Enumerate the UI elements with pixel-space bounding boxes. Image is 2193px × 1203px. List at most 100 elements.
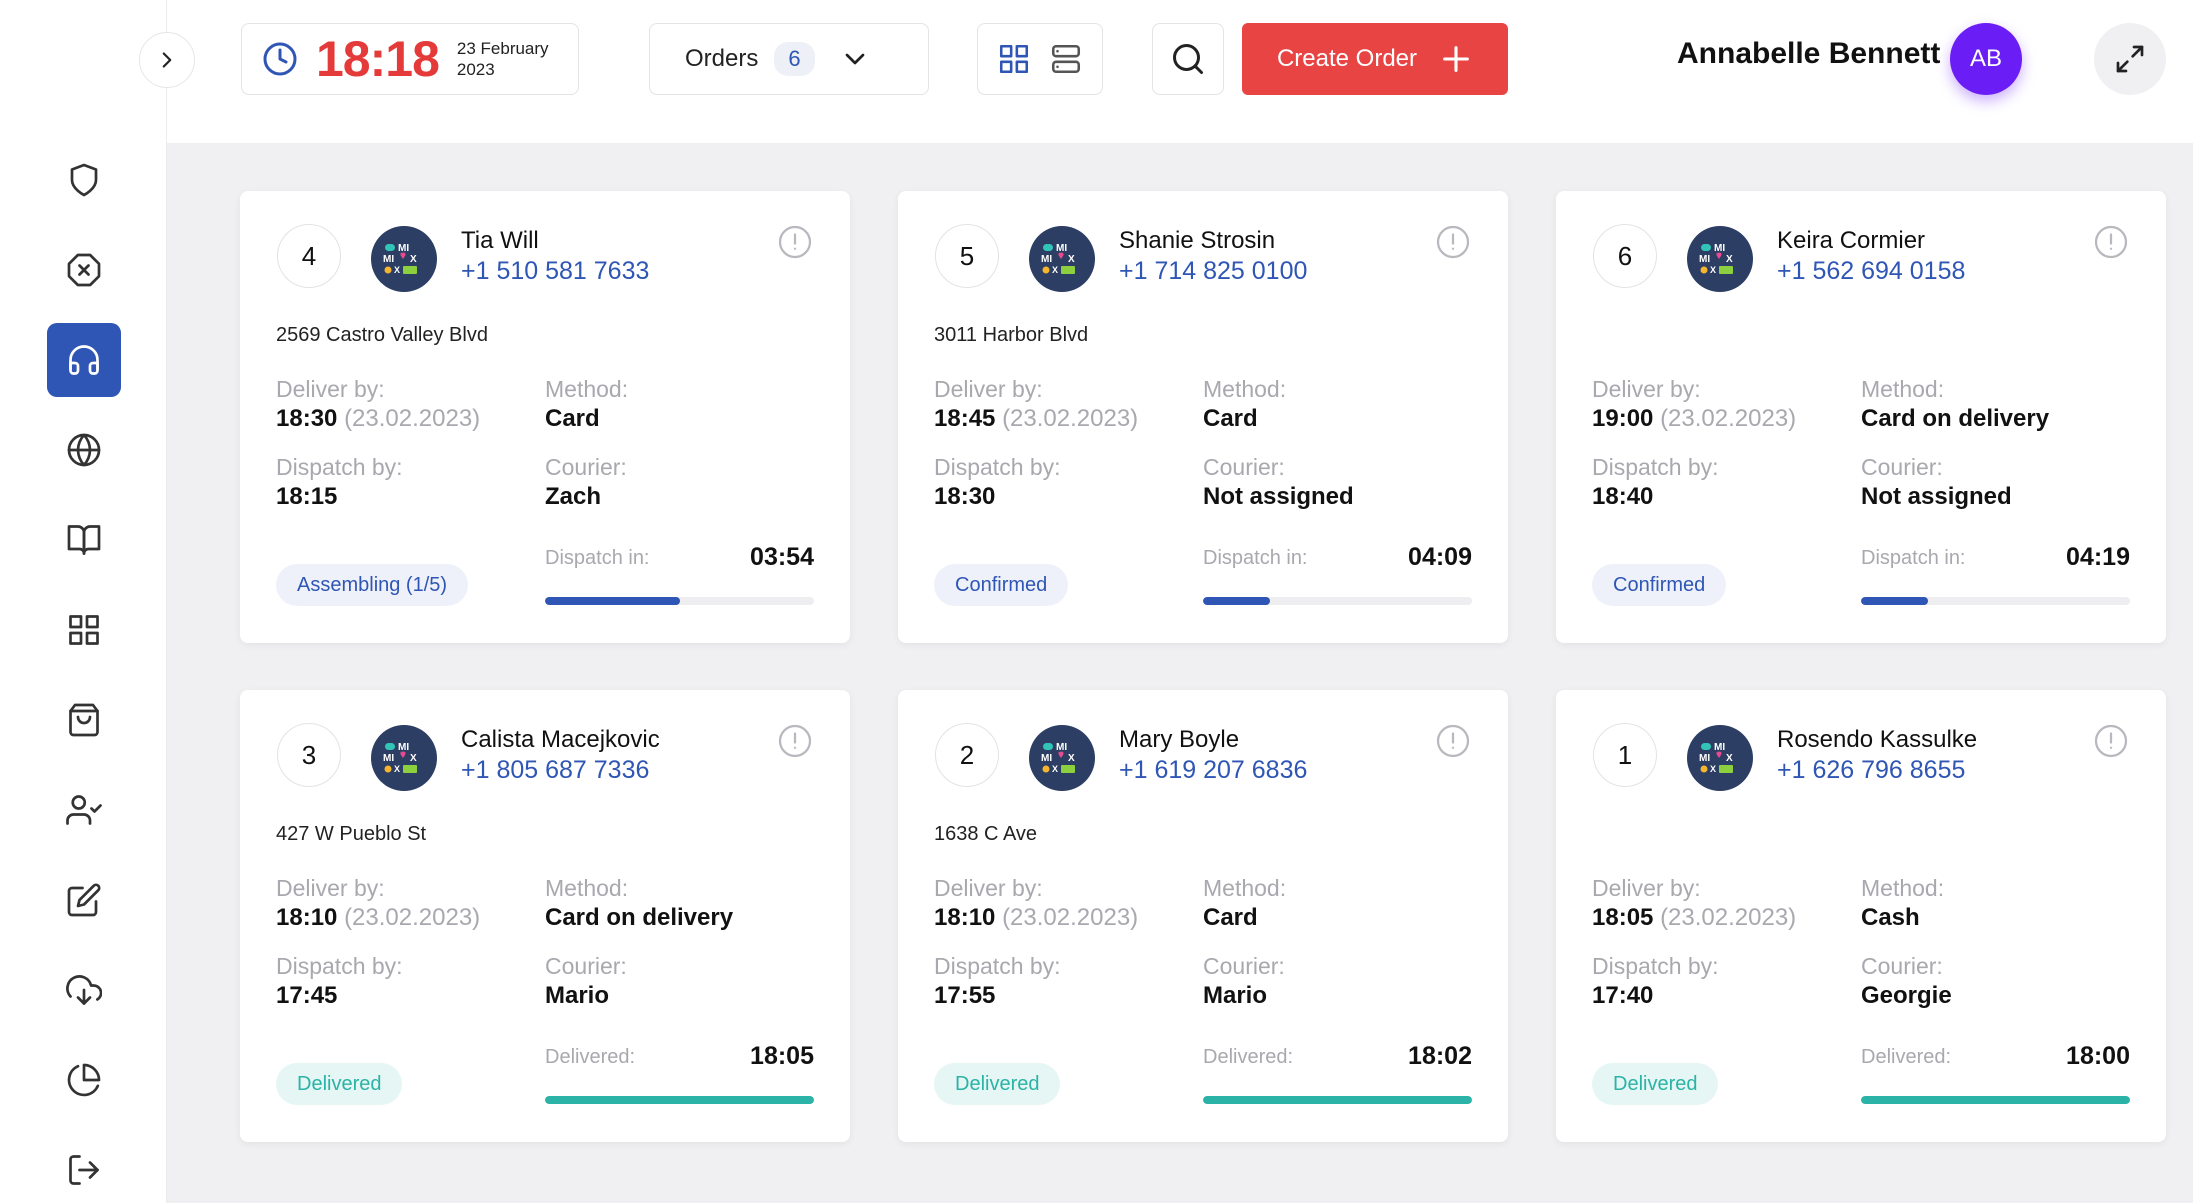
svg-text:MI: MI: [1056, 742, 1067, 753]
courier-label: Courier:: [545, 454, 627, 480]
status-badge: Delivered: [276, 1063, 403, 1105]
headphones-icon: [69, 345, 99, 375]
chevron-right-icon: [162, 52, 172, 68]
progress-bar: [1861, 1096, 2130, 1104]
info-icon[interactable]: [2093, 723, 2129, 759]
svg-text:X: X: [394, 265, 400, 275]
progress-bar-fill: [545, 597, 680, 605]
customer-phone[interactable]: +1 805 687 7336: [461, 756, 649, 785]
order-card[interactable]: 1 MI MI X X Rosendo Kassulke +1 626 796 …: [1556, 690, 2166, 1142]
dispatch-time: 18:40: [1592, 483, 1654, 510]
progress-bar-fill: [1203, 597, 1271, 605]
progress-bar-fill: [1203, 1096, 1472, 1104]
info-icon[interactable]: [777, 224, 813, 260]
sidebar-item-logout[interactable]: [47, 1133, 121, 1203]
sidebar-item-users[interactable]: [47, 773, 121, 847]
progress-bar-fill: [1861, 597, 1929, 605]
pie-chart-icon: [67, 1063, 101, 1097]
sidebar-item-cancelled[interactable]: [47, 233, 121, 307]
customer-phone[interactable]: +1 626 796 8655: [1777, 756, 1965, 785]
info-icon[interactable]: [1435, 723, 1471, 759]
order-number: 1: [1593, 723, 1657, 787]
timer-label: Dispatch in:: [1203, 547, 1308, 569]
sidebar-item-downloads[interactable]: [47, 953, 121, 1027]
customer-phone[interactable]: +1 714 825 0100: [1119, 257, 1307, 286]
fullscreen-button[interactable]: [2094, 23, 2166, 95]
download-cloud-icon: [66, 975, 102, 1005]
dispatch-time: 17:45: [276, 982, 338, 1009]
payment-method: Card on delivery: [1861, 405, 2050, 432]
customer-phone[interactable]: +1 619 207 6836: [1119, 756, 1307, 785]
info-icon[interactable]: [2093, 224, 2129, 260]
sidebar-item-support[interactable]: [47, 323, 121, 397]
method-label: Method:: [1861, 376, 1945, 402]
order-number: 3: [277, 723, 341, 787]
sidebar-item-edit[interactable]: [47, 863, 121, 937]
store-logo: MI MI X X: [1029, 725, 1095, 791]
order-card[interactable]: 3 MI MI X X Calista Macejkovic +1 805 68…: [240, 690, 850, 1142]
order-card[interactable]: 2 MI MI X X Mary Boyle +1 619 207 6836 1…: [898, 690, 1508, 1142]
info-icon[interactable]: [1435, 224, 1471, 260]
deliver-by-label: Deliver by:: [1592, 376, 1701, 402]
sidebar-toggle-button[interactable]: [139, 32, 195, 88]
search-button[interactable]: [1152, 23, 1224, 95]
timer-value: 18:00: [2066, 1042, 2130, 1070]
shield-icon: [70, 163, 98, 197]
order-card[interactable]: 6 MI MI X X Keira Cormier +1 562 694 015…: [1556, 191, 2166, 643]
sidebar-item-security[interactable]: [47, 143, 121, 217]
grid-view-icon: [999, 44, 1029, 74]
customer-phone[interactable]: +1 562 694 0158: [1777, 257, 1965, 286]
create-order-button[interactable]: Create Order: [1242, 23, 1508, 95]
timer-value: 18:02: [1408, 1042, 1472, 1070]
sidebar-item-catalog[interactable]: [47, 503, 121, 577]
delivery-address: 3011 Harbor Blvd: [934, 324, 1089, 346]
method-label: Method:: [1203, 875, 1287, 901]
courier-name: Mario: [545, 982, 610, 1009]
deliver-by-value: 18:30 (23.02.2023): [276, 405, 480, 433]
info-icon[interactable]: [777, 723, 813, 759]
deliver-by-value: 18:45 (23.02.2023): [934, 405, 1138, 433]
payment-method: Card: [1203, 904, 1258, 931]
svg-text:X: X: [1726, 753, 1733, 764]
svg-text:X: X: [1068, 753, 1075, 764]
svg-text:X: X: [1710, 265, 1716, 275]
dispatch-by-label: Dispatch by:: [1592, 953, 1719, 979]
payment-method: Card on delivery: [545, 904, 734, 931]
timer-label: Delivered:: [545, 1046, 636, 1068]
sidebar-item-shop[interactable]: [47, 683, 121, 757]
deliver-date: (23.02.2023): [344, 405, 481, 432]
svg-text:X: X: [1052, 265, 1058, 275]
deliver-date: (23.02.2023): [1002, 904, 1139, 931]
customer-name: Mary Boyle: [1119, 726, 1240, 753]
svg-text:X: X: [1052, 764, 1058, 774]
courier-name: Georgie: [1861, 982, 1952, 1009]
dispatch-time: 18:15: [276, 483, 338, 510]
logout-icon: [69, 1155, 99, 1185]
list-view-button[interactable]: [1049, 42, 1083, 76]
clock-widget: 18:18 23 February 2023: [241, 23, 579, 95]
dispatch-time: 17:55: [934, 982, 996, 1009]
sidebar-item-dashboard[interactable]: [47, 593, 121, 667]
grid-icon: [69, 615, 99, 645]
store-logo: MI MI X X: [1687, 725, 1753, 791]
svg-text:MI: MI: [383, 753, 394, 764]
progress-bar: [1861, 597, 2130, 605]
svg-text:X: X: [394, 764, 400, 774]
sidebar-item-globe[interactable]: [47, 413, 121, 487]
orders-dropdown[interactable]: Orders 6: [649, 23, 929, 95]
sidebar-item-reports[interactable]: [47, 1043, 121, 1117]
order-card[interactable]: 4 MI MI X X Tia Will +1 510 581 7633 256…: [240, 191, 850, 643]
progress-bar: [1203, 1096, 1472, 1104]
svg-text:X: X: [410, 753, 417, 764]
timer-value: 18:05: [750, 1042, 814, 1070]
customer-name: Rosendo Kassulke: [1777, 726, 1978, 753]
shopping-bag-icon: [69, 703, 99, 737]
avatar[interactable]: AB: [1950, 23, 2022, 95]
deliver-date: (23.02.2023): [1660, 904, 1797, 931]
customer-phone[interactable]: +1 510 581 7633: [461, 257, 649, 286]
order-card[interactable]: 5 MI MI X X Shanie Strosin +1 714 825 01…: [898, 191, 1508, 643]
status-badge: Confirmed: [1592, 564, 1727, 606]
courier-name: Mario: [1203, 982, 1268, 1009]
courier-name: Zach: [545, 483, 602, 510]
grid-view-button[interactable]: [997, 42, 1031, 76]
